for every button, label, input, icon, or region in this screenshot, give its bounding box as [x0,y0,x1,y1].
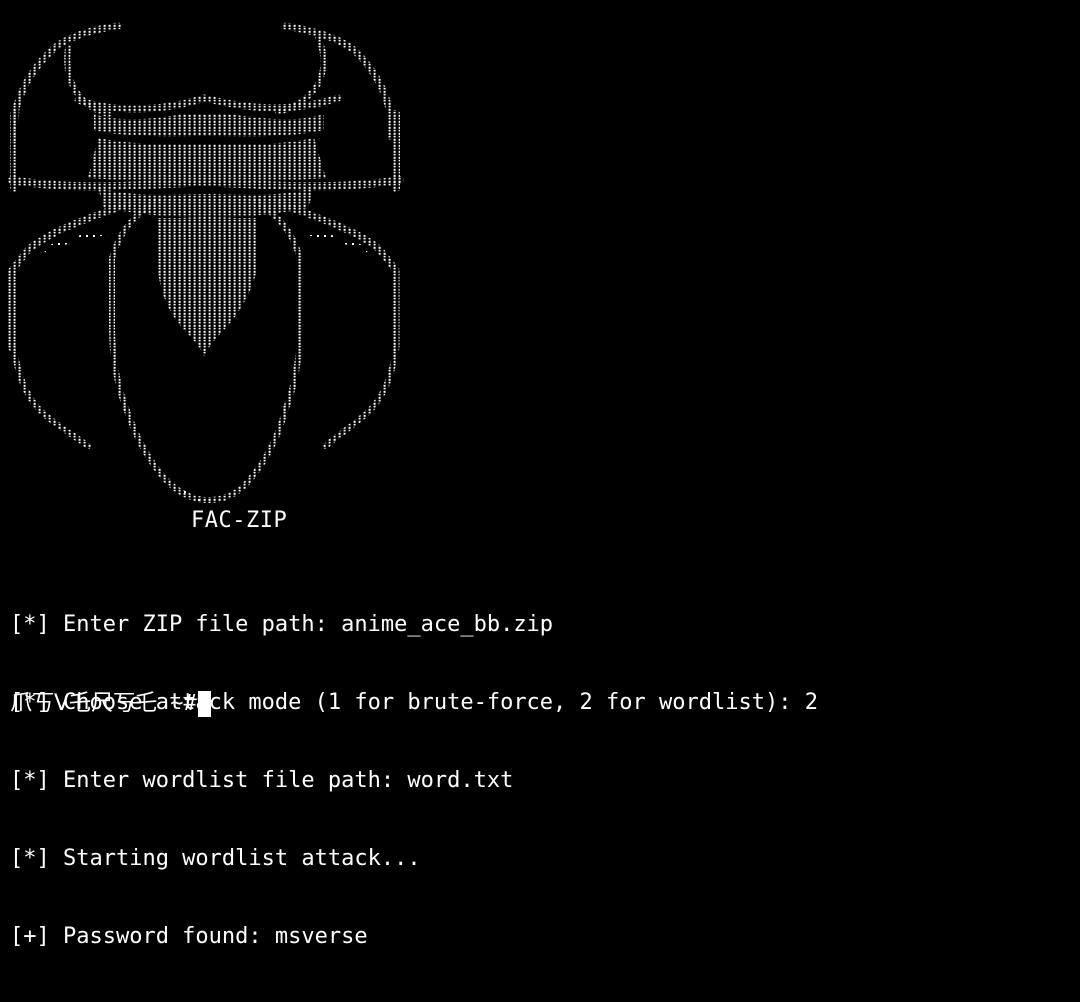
prompt-hostname: 爪丂V乇尺丂乇 [10,691,158,716]
spider-ascii-art-icon [8,22,404,503]
banner-title: FAC-ZIP [191,508,288,533]
output-line: [*] Enter ZIP file path: anime_ace_bb.zi… [10,612,554,637]
terminal-window[interactable]: FAC-ZIP [*] Enter ZIP file path: anime_a… [0,0,1080,949]
output-line: [*] Starting wordlist attack... [10,846,421,871]
output-line: [*] Enter wordlist file path: word.txt [10,768,514,793]
command-prompt[interactable]: 爪丂V乇尺丂乇 ~# [10,690,211,718]
terminal-output: [*] Enter ZIP file path: anime_ace_bb.zi… [10,560,1070,1002]
output-line: [+] Password found: msverse [10,924,368,949]
text-cursor[interactable] [197,691,211,717]
prompt-symbol: ~# [157,691,197,716]
